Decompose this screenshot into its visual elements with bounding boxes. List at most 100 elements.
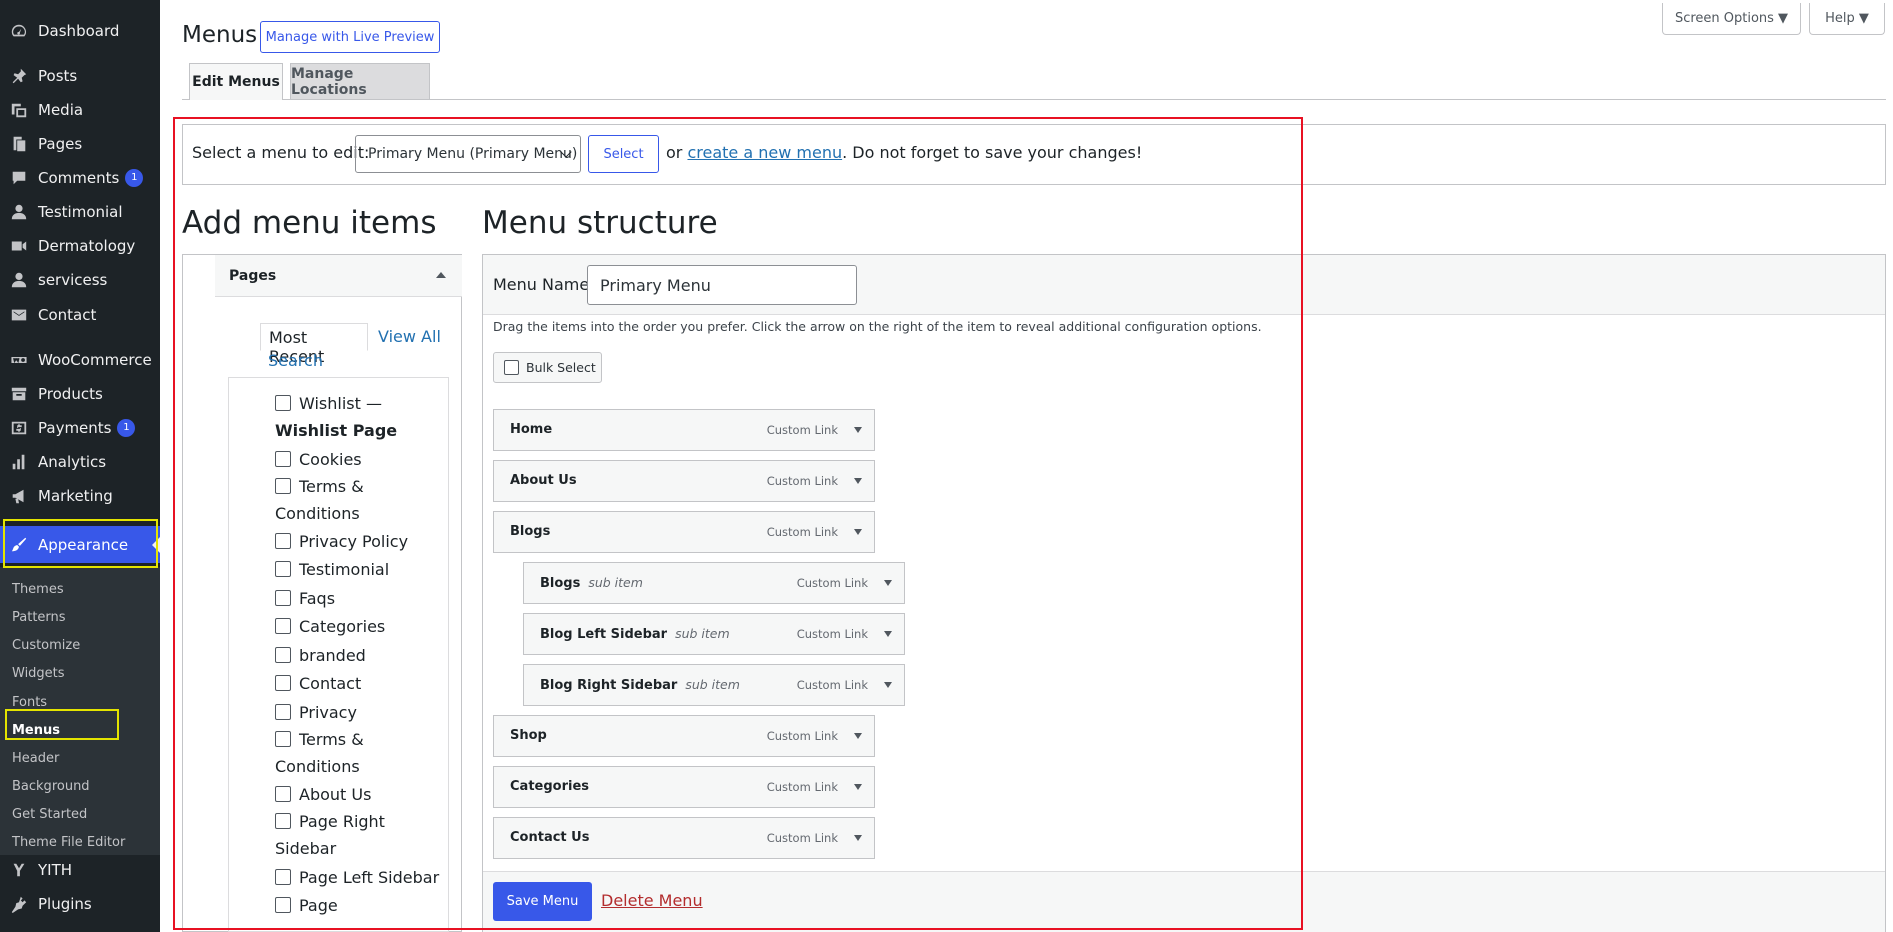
sidebar-item-woocommerce[interactable]: WooCommerce xyxy=(0,343,160,377)
sidebar-item-analytics[interactable]: Analytics xyxy=(0,445,160,479)
sidebar-item-comments[interactable]: Comments 1 xyxy=(0,161,160,195)
list-item[interactable]: Privacy Policy xyxy=(275,528,408,555)
checkbox[interactable] xyxy=(275,478,291,494)
page-label: Terms & xyxy=(299,477,364,496)
pages-accordion-header[interactable]: Pages xyxy=(215,255,462,297)
sidebar-item-dermatology[interactable]: Dermatology xyxy=(0,229,160,263)
submenu-item-widgets[interactable]: Widgets xyxy=(12,664,65,684)
sidebar-item-contact[interactable]: Contact xyxy=(0,298,160,332)
menu-item-about-us[interactable]: About Us Custom Link xyxy=(493,460,875,502)
list-item[interactable]: Page Left Sidebar xyxy=(275,864,439,891)
sidebar-item-payments[interactable]: Payments 1 xyxy=(0,411,160,445)
submenu-item-background[interactable]: Background xyxy=(12,777,90,797)
list-item[interactable]: Page Right xyxy=(275,808,385,835)
admin-sidebar: Dashboard Posts Media Pages Comments 1 T… xyxy=(0,0,160,932)
list-item[interactable]: Terms & xyxy=(275,473,364,500)
sidebar-item-yith[interactable]: YITH xyxy=(0,853,160,887)
list-item[interactable]: Terms & xyxy=(275,726,364,753)
expand-arrow-icon[interactable] xyxy=(854,784,862,790)
sidebar-item-products[interactable]: Products xyxy=(0,377,160,411)
checkbox[interactable] xyxy=(275,704,291,720)
sidebar-item-testimonial[interactable]: Testimonial xyxy=(0,195,160,229)
sidebar-item-pages[interactable]: Pages xyxy=(0,127,160,161)
menu-item-blogs-sub[interactable]: Blogs sub item Custom Link xyxy=(523,562,905,604)
sidebar-item-dashboard[interactable]: Dashboard xyxy=(0,14,160,48)
submenu-item-theme-file-editor[interactable]: Theme File Editor xyxy=(12,833,125,853)
expand-arrow-icon[interactable] xyxy=(854,733,862,739)
checkbox[interactable] xyxy=(275,897,291,913)
list-item[interactable]: Testimonial xyxy=(275,556,389,583)
list-item[interactable]: Wishlist — xyxy=(275,390,382,417)
checkbox[interactable] xyxy=(275,561,291,577)
menu-name-input[interactable]: Primary Menu xyxy=(587,265,857,305)
submenu-item-header[interactable]: Header xyxy=(12,749,59,769)
list-item[interactable]: Contact xyxy=(275,670,361,697)
list-item[interactable]: Cookies xyxy=(275,446,362,473)
expand-arrow-icon[interactable] xyxy=(854,427,862,433)
bulk-select-button[interactable]: Bulk Select xyxy=(493,352,602,383)
expand-arrow-icon[interactable] xyxy=(884,631,892,637)
expand-arrow-icon[interactable] xyxy=(884,682,892,688)
list-item[interactable]: Privacy xyxy=(275,699,357,726)
live-preview-button[interactable]: Manage with Live Preview xyxy=(260,21,440,53)
page-label: Cookies xyxy=(299,450,362,469)
or-label: or xyxy=(666,143,683,162)
checkbox[interactable] xyxy=(275,731,291,747)
menu-item-title-text: Blogs xyxy=(540,576,581,591)
submenu-item-get-started[interactable]: Get Started xyxy=(12,805,87,825)
menu-item-contact-us[interactable]: Contact Us Custom Link xyxy=(493,817,875,859)
list-item[interactable]: Page xyxy=(275,892,338,919)
screen-options-button[interactable]: Screen Options ▼ xyxy=(1662,3,1801,35)
help-button[interactable]: Help ▼ xyxy=(1809,3,1885,35)
list-item[interactable]: Categories xyxy=(275,613,385,640)
submenu-item-customize[interactable]: Customize xyxy=(12,636,80,656)
expand-arrow-icon[interactable] xyxy=(854,835,862,841)
checkbox[interactable] xyxy=(275,675,291,691)
menu-name-label: Menu Name xyxy=(493,275,590,294)
sidebar-item-plugins[interactable]: Plugins xyxy=(0,887,160,921)
list-item[interactable]: About Us xyxy=(275,781,371,808)
create-new-menu-link[interactable]: create a new menu xyxy=(687,143,842,162)
menu-item-home[interactable]: Home Custom Link xyxy=(493,409,875,451)
tab-manage-locations[interactable]: Manage Locations xyxy=(290,63,430,99)
tab-edit-menus[interactable]: Edit Menus xyxy=(189,63,283,100)
menu-item-blogs[interactable]: Blogs Custom Link xyxy=(493,511,875,553)
checkbox[interactable] xyxy=(275,451,291,467)
page-label: Page xyxy=(299,896,338,915)
submenu-item-themes[interactable]: Themes xyxy=(12,580,64,600)
menu-item-title: Categories xyxy=(510,779,590,794)
sidebar-item-media[interactable]: Media xyxy=(0,93,160,127)
menu-select-dropdown[interactable]: Primary Menu (Primary Menu) xyxy=(355,135,581,173)
checkbox[interactable] xyxy=(275,533,291,549)
submenu-item-patterns[interactable]: Patterns xyxy=(12,608,66,628)
expand-arrow-icon[interactable] xyxy=(854,478,862,484)
sidebar-item-marketing[interactable]: Marketing xyxy=(0,479,160,513)
checkbox[interactable] xyxy=(275,786,291,802)
list-item[interactable]: branded xyxy=(275,642,366,669)
delete-menu-link[interactable]: Delete Menu xyxy=(601,891,703,910)
checkbox[interactable] xyxy=(275,647,291,663)
checkbox[interactable] xyxy=(275,813,291,829)
menu-item-shop[interactable]: Shop Custom Link xyxy=(493,715,875,757)
sidebar-item-servicess[interactable]: servicess xyxy=(0,263,160,297)
menu-item-blog-right-sidebar[interactable]: Blog Right Sidebar sub item Custom Link xyxy=(523,664,905,706)
menu-item-blog-left-sidebar[interactable]: Blog Left Sidebar sub item Custom Link xyxy=(523,613,905,655)
select-button[interactable]: Select xyxy=(588,135,659,173)
checkbox[interactable] xyxy=(275,395,291,411)
tab-search[interactable]: Search xyxy=(268,351,323,370)
media-icon xyxy=(9,100,29,120)
list-item[interactable]: Faqs xyxy=(275,585,335,612)
checkbox[interactable] xyxy=(504,360,519,375)
tab-view-all[interactable]: View All xyxy=(378,327,441,346)
checkbox[interactable] xyxy=(275,869,291,885)
save-menu-button[interactable]: Save Menu xyxy=(493,882,592,921)
menu-item-categories[interactable]: Categories Custom Link xyxy=(493,766,875,808)
tab-most-recent[interactable]: Most Recent xyxy=(260,323,368,366)
expand-arrow-icon[interactable] xyxy=(854,529,862,535)
sidebar-item-posts[interactable]: Posts xyxy=(0,59,160,93)
list-item-continuation: Conditions xyxy=(275,504,360,523)
expand-arrow-icon[interactable] xyxy=(884,580,892,586)
checkbox[interactable] xyxy=(275,618,291,634)
menu-item-type: Custom Link xyxy=(796,576,868,590)
checkbox[interactable] xyxy=(275,590,291,606)
